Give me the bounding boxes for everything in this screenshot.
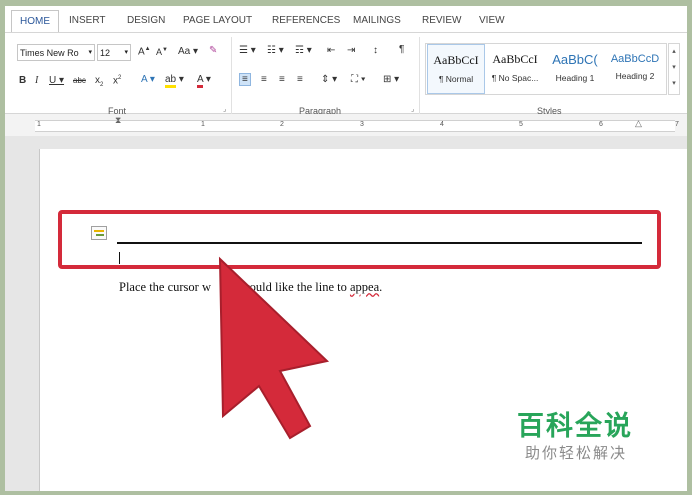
watermark-title: 百科全说	[517, 411, 633, 441]
word-window: HOME INSERT DESIGN PAGE LAYOUT REFERENCE…	[5, 6, 687, 491]
watermark-subtitle: 助你轻松解决	[525, 445, 628, 462]
